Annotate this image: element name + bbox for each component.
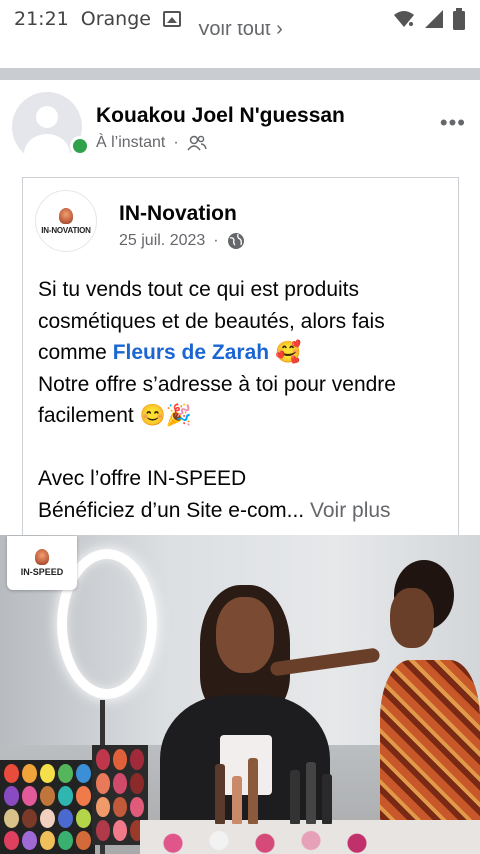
post-line: cosmétiques et de beautés, alors fais <box>38 309 385 333</box>
page-logo-text: IN-NOVATION <box>41 225 91 235</box>
see-all-label: Voir tout <box>197 24 271 40</box>
see-more-link[interactable]: Voir plus <box>310 499 391 522</box>
post-line: facilement 😊🎉 <box>38 404 192 427</box>
shared-post-date[interactable]: 25 juil. 2023 <box>119 232 205 250</box>
chevron-right-icon: › <box>276 24 283 40</box>
post-meta: À l’instant · <box>96 134 207 152</box>
post-line: comme Fleurs de Zarah 🥰 <box>38 341 302 364</box>
lightbulb-logo-icon <box>35 549 49 565</box>
shared-post-meta: 25 juil. 2023 · <box>119 232 245 250</box>
more-options-icon[interactable]: ••• <box>440 110 466 136</box>
feed-divider <box>0 68 480 80</box>
meta-separator: · <box>213 232 219 249</box>
truncation-ellipsis: ... <box>286 498 305 522</box>
meta-separator: · <box>173 134 179 151</box>
post-timestamp[interactable]: À l’instant <box>96 134 165 152</box>
page-name[interactable]: IN-Novation <box>119 202 237 226</box>
page-logo[interactable]: IN-NOVATION <box>35 190 97 252</box>
makeup-artist <box>360 560 480 854</box>
see-all-link[interactable]: Voir tout › <box>0 24 480 52</box>
friends-icon[interactable] <box>187 135 207 151</box>
author-name[interactable]: Kouakou Joel N'guessan <box>96 104 345 128</box>
seated-woman <box>160 585 330 854</box>
smiling-hearts-emoji: 🥰 <box>274 341 302 364</box>
post-body: Si tu vends tout ce qui est produits cos… <box>38 274 448 526</box>
post-image[interactable]: IN-SPEED <box>0 535 480 854</box>
post-line: Notre offre s’adresse à toi pour vendre <box>38 372 396 396</box>
shared-post[interactable]: IN-NOVATION IN-Novation 25 juil. 2023 · … <box>22 177 459 537</box>
post-line: Avec l’offre IN-SPEED <box>38 467 247 490</box>
tagged-page-link[interactable]: Fleurs de Zarah <box>113 341 269 364</box>
globe-icon <box>227 233 244 249</box>
post-line: Si tu vends tout ce qui est produits <box>38 278 360 301</box>
eyeshadow-palette <box>0 760 95 854</box>
lightbulb-logo-icon <box>59 207 73 224</box>
post-header: Kouakou Joel N'guessan À l’instant · ••• <box>0 90 480 170</box>
in-speed-badge: IN-SPEED <box>7 536 77 590</box>
post-line: Bénéficiez d’un Site e-com... Voir plus <box>38 498 391 522</box>
flower-decoration <box>150 827 380 854</box>
badge-text: IN-SPEED <box>20 567 64 577</box>
online-status-icon <box>70 136 90 156</box>
